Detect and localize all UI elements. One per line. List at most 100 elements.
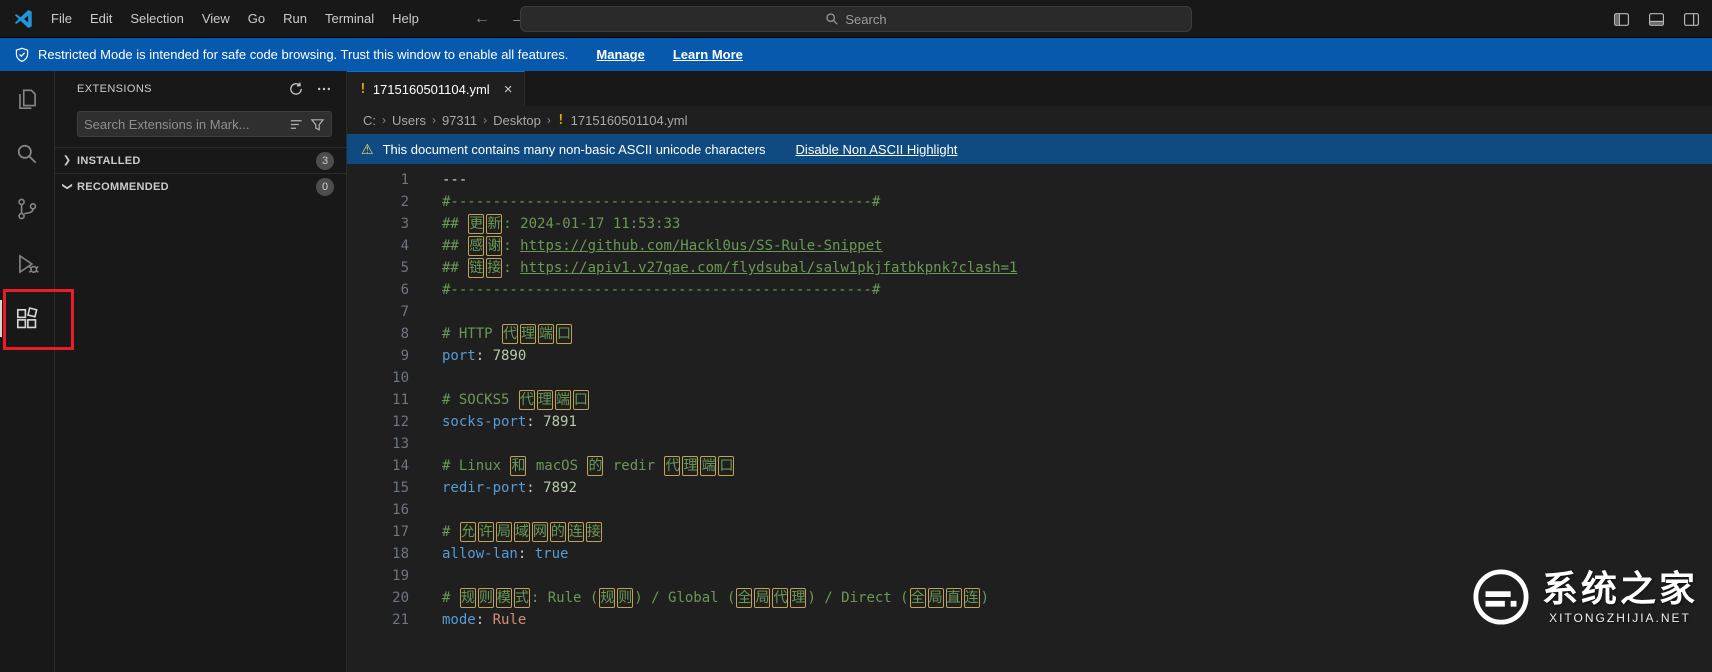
- toggle-secondary-sidebar-icon[interactable]: [1683, 11, 1700, 28]
- menu-edit[interactable]: Edit: [81, 7, 121, 30]
- line-content[interactable]: #---------------------------------------…: [409, 279, 880, 301]
- line-content[interactable]: socks-port: 7891: [409, 411, 577, 433]
- breadcrumb-separator-icon: ›: [431, 113, 436, 127]
- line-content[interactable]: ## 更新: 2024-01-17 11:53:33: [409, 213, 680, 235]
- breadcrumb-separator-icon: ›: [483, 113, 488, 127]
- breadcrumb-item[interactable]: 97311: [442, 113, 477, 128]
- tab-yml-file[interactable]: ! 1715160501104.yml ×: [347, 71, 526, 106]
- line-content[interactable]: # Linux 和 macOS 的 redir 代理端口: [409, 455, 735, 477]
- line-content[interactable]: [409, 499, 442, 521]
- sidebar-header: EXTENSIONS: [55, 71, 346, 107]
- extensions-icon: [16, 306, 38, 328]
- files-icon: [19, 89, 36, 109]
- toggle-primary-sidebar-icon[interactable]: [1613, 11, 1630, 28]
- code-line: 9 port: 7890: [347, 345, 1712, 367]
- warning-triangle-icon: ⚠: [361, 140, 374, 157]
- breadcrumb-item[interactable]: Desktop: [493, 113, 541, 128]
- disable-non-ascii-highlight-link[interactable]: Disable Non ASCII Highlight: [796, 142, 958, 157]
- sidebar-item-source-control[interactable]: [0, 181, 55, 236]
- code-line: 5 ## 链接: https://apiv1.v27qae.com/flydsub…: [347, 257, 1712, 279]
- source-control-branch-icon: [18, 198, 37, 219]
- line-number: 3: [400, 216, 409, 232]
- breadcrumb-separator-icon: ›: [546, 113, 551, 127]
- line-number: 11: [392, 392, 409, 408]
- line-content[interactable]: redir-port: 7892: [409, 477, 577, 499]
- line-content[interactable]: ---: [409, 169, 467, 191]
- menu-view[interactable]: View: [193, 7, 239, 30]
- sidebar-item-explorer[interactable]: [0, 71, 55, 126]
- sidebar-title: EXTENSIONS: [77, 83, 152, 95]
- line-content[interactable]: # 规则模式: Rule (规则) / Global (全局代理) / Dire…: [409, 587, 989, 609]
- title-bar: File Edit Selection View Go Run Terminal Help ←…: [0, 0, 1712, 38]
- line-content[interactable]: [409, 301, 442, 323]
- sidebar-item-run-debug[interactable]: [0, 236, 55, 291]
- line-content[interactable]: port: 7890: [409, 345, 526, 367]
- code-line: 7: [347, 301, 1712, 323]
- line-number: 20: [392, 590, 409, 606]
- line-number: 17: [392, 524, 409, 540]
- extensions-search-input[interactable]: [84, 116, 283, 132]
- line-content[interactable]: ## 感谢: https://github.com/Hackl0us/SS-Ru…: [409, 235, 883, 257]
- line-content[interactable]: ## 链接: https://apiv1.v27qae.com/flydsuba…: [409, 257, 1017, 279]
- code-line: 12 socks-port: 7891: [347, 411, 1712, 433]
- command-center-search[interactable]: Search: [520, 6, 1192, 32]
- menu-run[interactable]: Run: [274, 7, 316, 30]
- code-lines: 1 --- 2 #----------------------------------…: [347, 169, 1712, 631]
- more-actions-icon[interactable]: [316, 81, 332, 97]
- line-content[interactable]: #---------------------------------------…: [409, 191, 880, 213]
- line-content[interactable]: # 允许局域网的连接: [409, 521, 603, 543]
- line-number: 19: [392, 568, 409, 584]
- watermark-title: 系统之家: [1541, 568, 1698, 610]
- search-icon: [17, 144, 37, 163]
- line-number: 16: [392, 502, 409, 518]
- watermark-domain: XITONGZHIJIA.NET: [1549, 610, 1691, 625]
- code-line: 3 ## 更新: 2024-01-17 11:53:33: [347, 213, 1712, 235]
- line-number: 1: [400, 172, 409, 188]
- yaml-file-icon: !: [359, 81, 367, 97]
- line-content[interactable]: [409, 367, 442, 389]
- menu-go[interactable]: Go: [239, 7, 274, 30]
- yaml-file-icon: !: [556, 112, 565, 128]
- breadcrumb-separator-icon: ›: [382, 113, 386, 127]
- code-line: 11 # SOCKS5 代理端口: [347, 389, 1712, 411]
- line-number: 21: [392, 612, 409, 628]
- xitongzhijia-logo-icon: [1473, 569, 1529, 625]
- sidebar-item-extensions[interactable]: [0, 291, 55, 346]
- line-content[interactable]: allow-lan: true: [409, 543, 568, 565]
- line-content[interactable]: # SOCKS5 代理端口: [409, 389, 590, 411]
- line-content[interactable]: mode: Rule: [409, 609, 526, 631]
- back-arrow-icon[interactable]: ←: [474, 10, 490, 28]
- filter-icon[interactable]: [310, 117, 325, 132]
- line-number: 15: [392, 480, 409, 496]
- line-content[interactable]: # HTTP 代理端口: [409, 323, 573, 345]
- line-content[interactable]: [409, 565, 442, 587]
- section-installed[interactable]: ❯ INSTALLED 3: [55, 147, 346, 173]
- extensions-sidebar: EXTENSIONS Search Extensions in Mark... …: [55, 71, 347, 672]
- menu-file[interactable]: File: [42, 7, 81, 30]
- refresh-icon[interactable]: [288, 81, 304, 97]
- toggle-panel-icon[interactable]: [1648, 11, 1665, 28]
- run-and-debug-icon: [19, 253, 39, 274]
- line-number: 2: [400, 194, 409, 210]
- menu-terminal[interactable]: Terminal: [316, 7, 383, 30]
- layout-controls: [1613, 0, 1700, 38]
- code-line: 13: [347, 433, 1712, 455]
- breadcrumb-item[interactable]: Users: [392, 113, 426, 128]
- line-content[interactable]: [409, 433, 442, 455]
- section-recommended[interactable]: ❯ RECOMMENDED 0: [55, 173, 346, 199]
- close-tab-icon[interactable]: ×: [502, 81, 515, 98]
- line-number: 14: [392, 458, 409, 474]
- breadcrumb-item[interactable]: C:: [363, 113, 376, 128]
- learn-more-link[interactable]: Learn More: [673, 47, 743, 62]
- clear-search-icon[interactable]: [289, 117, 304, 132]
- sidebar-item-search[interactable]: [0, 126, 55, 181]
- line-number: 4: [400, 238, 409, 254]
- menu-help[interactable]: Help: [383, 7, 428, 30]
- manage-link[interactable]: Manage: [596, 47, 644, 62]
- activity-bar: [0, 71, 55, 672]
- menu-selection[interactable]: Selection: [121, 7, 192, 30]
- line-number: 8: [400, 326, 409, 342]
- breadcrumb-file[interactable]: 1715160501104.yml: [571, 113, 688, 128]
- shield-icon: [15, 47, 29, 62]
- unicode-warning-bar: ⚠ This document contains many non-basic …: [347, 134, 1712, 164]
